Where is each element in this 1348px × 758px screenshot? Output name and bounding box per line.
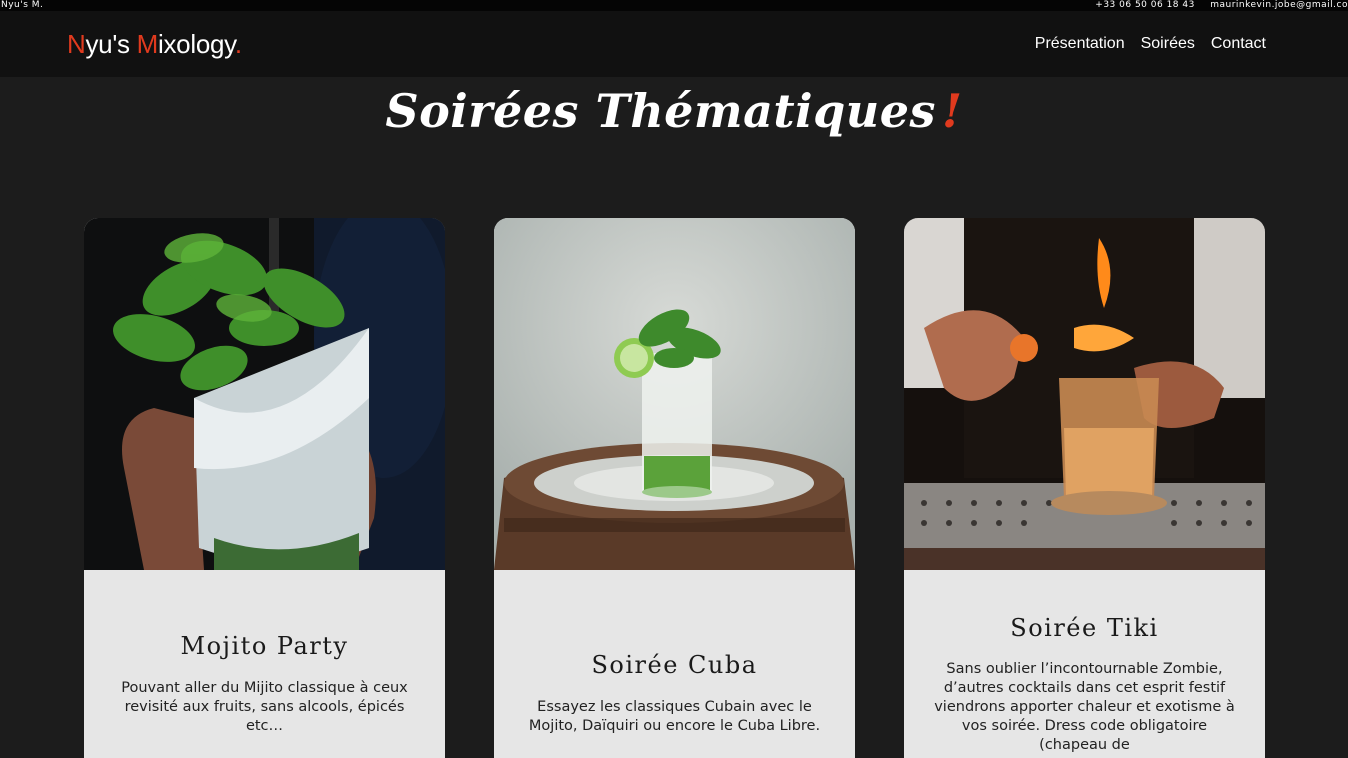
page-title: Soirées Thématiques!: [0, 84, 1348, 138]
card-body: Soirée Tiki Sans oublier l’incontournabl…: [904, 570, 1265, 758]
card-soiree-cuba[interactable]: Soirée Cuba Essayez les classiques Cubai…: [494, 218, 855, 758]
card-title: Soirée Cuba: [591, 651, 758, 679]
site-logo[interactable]: Nyu's Mixology.: [67, 29, 242, 60]
card-title: Soirée Tiki: [1010, 614, 1159, 642]
topbar-contact: +33 06 50 06 18 43 maurinkevin.jobe@gmai…: [1083, 0, 1348, 11]
topbar-phone[interactable]: +33 06 50 06 18 43: [1095, 0, 1195, 10]
nav-contact[interactable]: Contact: [1211, 35, 1266, 53]
card-text: Essayez les classiques Cubain avec le Mo…: [528, 699, 821, 734]
cuba-glass-on-barrel-photo: [494, 218, 855, 570]
logo-text-2: ixology: [158, 29, 235, 59]
card-body: Soirée Cuba Essayez les classiques Cubai…: [494, 570, 855, 758]
topbar-email[interactable]: maurinkevin.jobe@gmail.co: [1210, 0, 1348, 10]
topbar-brand: Nyu's M.: [1, 0, 44, 10]
card-body: Mojito Party Pouvant aller du Mijito cla…: [84, 570, 445, 758]
nav-soirees[interactable]: Soirées: [1141, 35, 1195, 53]
main-nav: Présentation Soirées Contact: [1035, 35, 1266, 53]
flaming-orange-cocktail-photo: [904, 218, 1265, 570]
logo-initial-m: M: [136, 29, 159, 59]
card-soiree-tiki[interactable]: Soirée Tiki Sans oublier l’incontournabl…: [904, 218, 1265, 758]
navbar: Nyu's Mixology. Présentation Soirées Con…: [0, 11, 1348, 77]
mojito-glass-photo: [84, 218, 445, 570]
top-info-bar: Nyu's M. +33 06 50 06 18 43 maurinkevin.…: [0, 0, 1348, 11]
card-title: Mojito Party: [180, 632, 349, 660]
page-title-text: Soirées Thématiques: [385, 84, 936, 138]
page-title-mark: !: [941, 84, 963, 138]
card-text: Sans oublier l’incontournable Zombie, d’…: [934, 661, 1235, 753]
logo-text-1: yu's: [85, 29, 137, 59]
logo-dot: .: [234, 29, 242, 59]
card-mojito-party[interactable]: Mojito Party Pouvant aller du Mijito cla…: [84, 218, 445, 758]
nav-presentation[interactable]: Présentation: [1035, 35, 1125, 53]
logo-initial-n: N: [67, 29, 86, 59]
card-text: Pouvant aller du Mijito classique à ceux…: [121, 680, 408, 734]
